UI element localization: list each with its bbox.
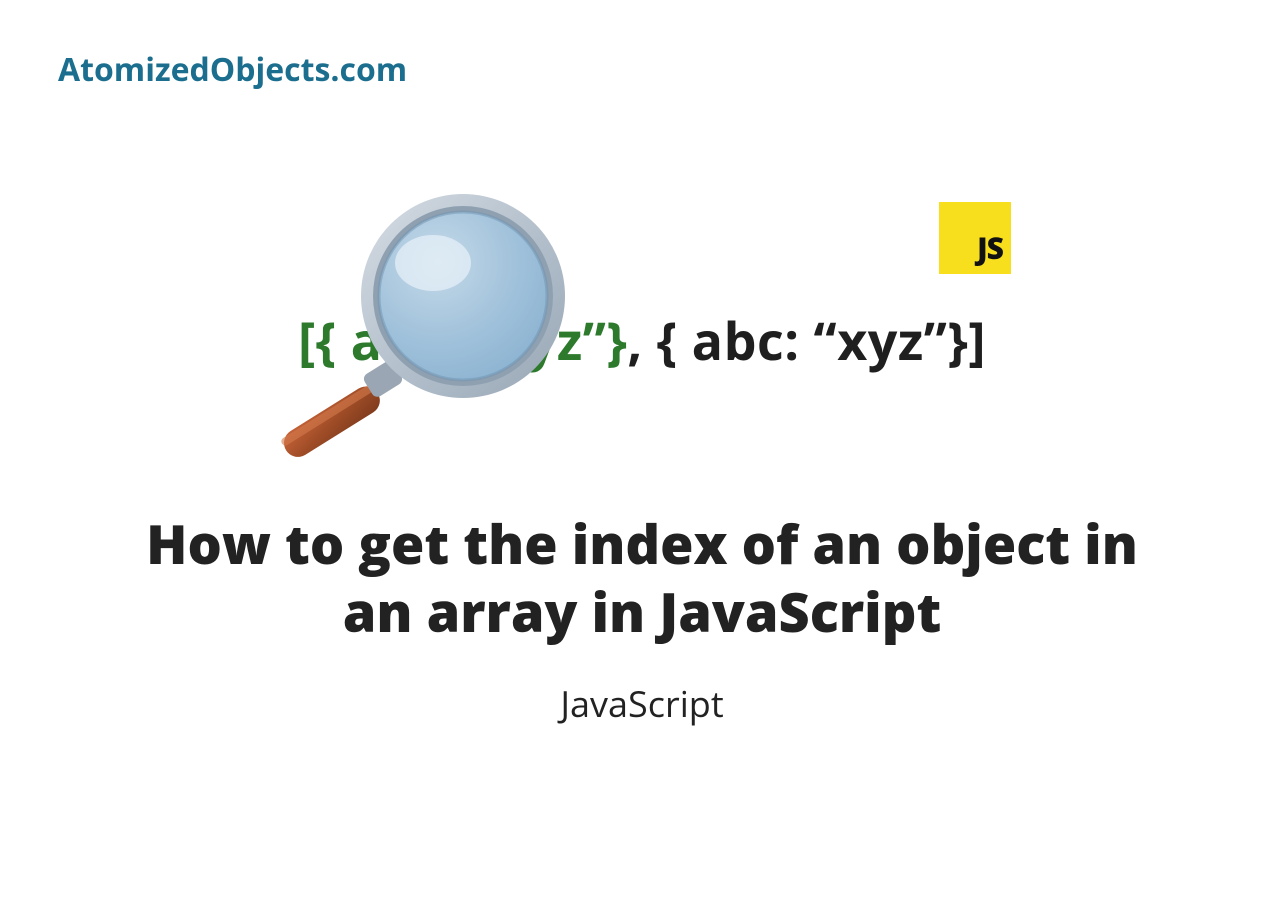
js-badge: JS (939, 202, 1011, 274)
code-separator: , (627, 305, 656, 376)
article-title: How to get the index of an object in an … (142, 510, 1142, 645)
code-snippet-text: [{ abc: “xyz”}, { abc: “xyz”}] (298, 305, 986, 376)
code-second-object: { abc: “xyz”} (657, 305, 969, 376)
site-logo[interactable]: AtomizedObjects.com (58, 48, 407, 91)
code-first-object: { abc: “xyz”} (316, 305, 628, 376)
code-bracket-close: ] (968, 305, 986, 376)
hero-section: JS [{ abc: “xyz”}, { abc: “xyz”}] (0, 230, 1284, 728)
article-category: JavaScript (560, 679, 723, 728)
code-illustration: JS [{ abc: “xyz”}, { abc: “xyz”}] (0, 230, 1284, 450)
code-bracket-open: [ (298, 305, 316, 376)
js-badge-label: JS (977, 227, 1003, 268)
